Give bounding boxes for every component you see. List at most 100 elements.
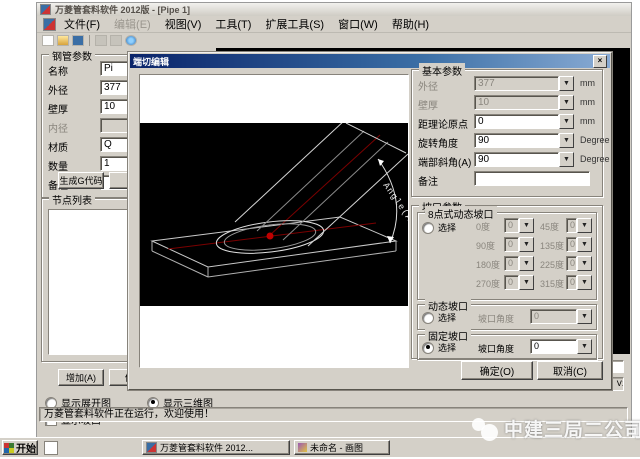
rotation-angle-value[interactable]: 90 xyxy=(474,133,559,148)
field-label: 壁厚 xyxy=(48,101,68,116)
dialog-remark-field[interactable] xyxy=(474,171,590,186)
menu-tools[interactable]: 工具(T) xyxy=(209,15,257,33)
pipe-params-title: 钢管参数 xyxy=(49,48,95,63)
eight-point-select-radio[interactable]: 选择 xyxy=(422,221,456,234)
rotation-angle-combo[interactable]: 90 ▼ xyxy=(474,133,574,148)
menu-view[interactable]: 视图(V) xyxy=(159,15,208,33)
deg180-combo: 0▼ xyxy=(504,256,534,271)
unit-label: mm xyxy=(580,116,595,126)
menu-help[interactable]: 帮助(H) xyxy=(386,15,435,33)
cancel-button[interactable]: 取消(C) xyxy=(537,361,603,380)
toolbar-separator xyxy=(89,35,90,46)
ok-button[interactable]: 确定(O) xyxy=(461,361,533,380)
chevron-down-icon: ▼ xyxy=(577,256,592,271)
screenshot-root: { "window": { "title": "万菱管套料软件 2012版 - … xyxy=(0,0,640,459)
dynamic-groove-group: 动态坡口 选择 坡口角度 0 ▼ xyxy=(417,304,597,330)
windows-flag-icon xyxy=(4,443,14,453)
open-folder-icon[interactable] xyxy=(57,35,69,46)
node-list-title: 节点列表 xyxy=(49,192,95,207)
new-file-icon[interactable] xyxy=(42,35,54,46)
task-button-paint[interactable]: 未命名 - 画图 xyxy=(294,440,390,455)
groove-angle-label: 坡口角度 xyxy=(478,342,514,355)
deg-label: 45度 xyxy=(540,220,559,233)
menu-file[interactable]: 文件(F) xyxy=(58,15,106,33)
param-label: 外径 xyxy=(418,78,438,93)
field-label: 名称 xyxy=(48,63,68,78)
param-label: 端部斜角(A) xyxy=(418,154,471,169)
menu-edit[interactable]: 编辑(E) xyxy=(108,15,157,33)
groove-angle-label: 坡口角度 xyxy=(478,312,514,325)
field-label: 材质 xyxy=(48,139,68,154)
dialog-titlebar[interactable]: 端切编辑 × xyxy=(130,54,610,68)
deg-label: 225度 xyxy=(540,258,564,271)
chevron-down-icon[interactable]: ▼ xyxy=(577,339,592,354)
origin-distance-combo[interactable]: 0 ▼ xyxy=(474,114,574,129)
quick-launch-icon[interactable] xyxy=(44,441,58,455)
task-button-nesting-app[interactable]: 万菱管套料软件 2012... xyxy=(142,440,290,455)
cad-preview: Angle(A) xyxy=(140,123,408,306)
close-icon[interactable]: × xyxy=(593,55,607,68)
chevron-down-icon: ▼ xyxy=(559,95,574,110)
paint-icon xyxy=(298,443,307,452)
deg-label: 0度 xyxy=(476,220,490,233)
field-label: 外径 xyxy=(48,82,68,97)
add-node-button[interactable]: 增加(A) xyxy=(58,369,104,386)
end-cut-dialog: 端切编辑 × xyxy=(128,52,612,390)
start-label: 开始 xyxy=(16,440,36,455)
chevron-down-icon: ▼ xyxy=(577,237,592,252)
unit-label: Degree xyxy=(580,135,610,145)
task-label: 万菱管套料软件 2012... xyxy=(160,441,253,454)
chevron-down-icon[interactable]: ▼ xyxy=(559,133,574,148)
menu-window[interactable]: 窗口(W) xyxy=(332,15,384,33)
deg225-combo: 0▼ xyxy=(566,256,592,271)
radio-icon xyxy=(422,312,434,324)
field-label: 内径 xyxy=(48,120,68,135)
od-value: 377 xyxy=(474,76,559,91)
deg-label: 315度 xyxy=(540,277,564,290)
print-preview-icon[interactable] xyxy=(110,35,122,46)
chevron-down-icon[interactable]: ▼ xyxy=(559,114,574,129)
taskbar: 开始 万菱管套料软件 2012... 未命名 - 画图 xyxy=(0,437,640,457)
chevron-down-icon: ▼ xyxy=(577,275,592,290)
unit-label: Degree xyxy=(580,154,610,164)
deg135-combo: 0▼ xyxy=(566,237,592,252)
start-button[interactable]: 开始 xyxy=(2,440,38,455)
mdi-child-icon[interactable] xyxy=(43,18,56,31)
app-status-message: 万菱管套料软件正在运行，欢迎使用！ xyxy=(39,407,628,422)
dynamic-select-radio[interactable]: 选择 xyxy=(422,311,456,324)
deg-label: 270度 xyxy=(476,277,500,290)
deg-value: 0 xyxy=(504,218,519,233)
unit-label: mm xyxy=(580,78,595,88)
fixed-groove-angle-combo[interactable]: 0 ▼ xyxy=(530,339,592,354)
eight-point-groove-group: 8点式动态坡口 选择 0度 0▼ 45度 0▼ 90度 0▼ 135度 0▼ 1… xyxy=(417,212,597,300)
chevron-down-icon: ▼ xyxy=(577,218,592,233)
origin-distance-value[interactable]: 0 xyxy=(474,114,559,129)
radio-icon xyxy=(422,222,434,234)
web-help-icon[interactable] xyxy=(125,35,137,46)
fixed-select-radio[interactable]: 选择 xyxy=(422,341,456,354)
radio-label: 选择 xyxy=(438,221,456,234)
groove-params-group: 坡口参数 8点式动态坡口 选择 0度 0▼ 45度 0▼ 90度 0▼ 135度… xyxy=(411,205,603,359)
save-icon[interactable] xyxy=(72,35,84,46)
param-label: 壁厚 xyxy=(418,97,438,112)
deg-value: 0 xyxy=(566,237,577,252)
basic-params-group: 基本参数 外径 377 ▼ mm 壁厚 10 ▼ mm 距理论原点 0 ▼ mm… xyxy=(411,69,603,197)
radio-label: 选择 xyxy=(438,341,456,354)
pipe-drawing: Angle(A) xyxy=(140,123,408,306)
end-bevel-value[interactable]: 90 xyxy=(474,152,559,167)
fixed-groove-angle-value[interactable]: 0 xyxy=(530,339,577,354)
param-label: 备注 xyxy=(418,173,438,188)
menu-ext-tools[interactable]: 扩展工具(S) xyxy=(259,15,330,33)
chevron-down-icon: ▼ xyxy=(519,275,534,290)
end-bevel-combo[interactable]: 90 ▼ xyxy=(474,152,574,167)
print-icon[interactable] xyxy=(95,35,107,46)
deg-value: 0 xyxy=(504,237,519,252)
menu-bar: 文件(F) 编辑(E) 视图(V) 工具(T) 扩展工具(S) 窗口(W) 帮助… xyxy=(37,16,631,33)
chevron-down-icon[interactable]: ▼ xyxy=(559,152,574,167)
preview-picture: Angle(A) xyxy=(139,74,409,368)
deg90-combo: 0▼ xyxy=(504,237,534,252)
generate-gcode-button[interactable]: 生成G代码 xyxy=(58,172,104,189)
task-label: 未命名 - 画图 xyxy=(310,441,363,454)
deg270-combo: 0▼ xyxy=(504,275,534,290)
deg45-combo: 0▼ xyxy=(566,218,592,233)
